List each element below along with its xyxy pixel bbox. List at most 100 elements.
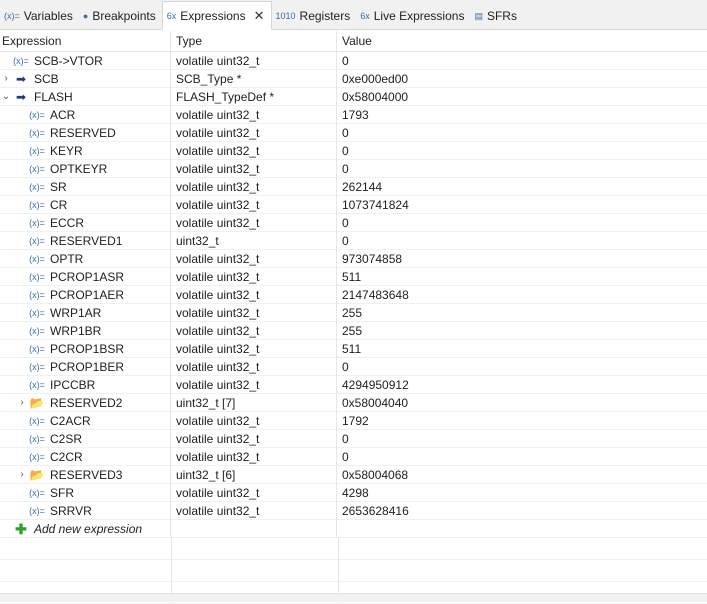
table-row[interactable]: (x)= SR volatile uint32_t 262144 [0, 177, 707, 196]
variable-icon: (x)= [29, 307, 45, 318]
table-row[interactable]: (x)= OPTR volatile uint32_t 973074858 [0, 249, 707, 268]
add-expression-row[interactable]: ✚ Add new expression [0, 519, 707, 538]
expression-value[interactable]: 0 [337, 160, 707, 178]
expression-value[interactable]: 0 [337, 214, 707, 232]
expression-type: volatile uint32_t [171, 123, 337, 142]
table-row[interactable]: (x)= OPTKEYR volatile uint32_t 0 [0, 159, 707, 178]
pointer-arrow-icon: ➡ [15, 71, 27, 86]
expression-type: volatile uint32_t [171, 267, 337, 286]
expression-type: volatile uint32_t [171, 321, 337, 340]
table-row[interactable]: (x)= SFR volatile uint32_t 4298 [0, 483, 707, 502]
table-header: Expression Type Value [0, 31, 707, 52]
expand-chevron-icon[interactable]: › [16, 394, 28, 412]
expression-value[interactable]: 255 [337, 322, 707, 340]
expression-name: SCB->VTOR [34, 53, 103, 68]
expression-value[interactable]: 0x58004000 [337, 88, 707, 106]
table-row[interactable]: (x)= PCROP1AER volatile uint32_t 2147483648 [0, 285, 707, 304]
table-row[interactable]: (x)= CR volatile uint32_t 1073741824 [0, 195, 707, 214]
expression-value[interactable]: 1073741824 [337, 196, 707, 214]
expressions-icon: 6x [166, 10, 177, 21]
expression-value[interactable]: 2653628416 [337, 502, 707, 520]
expression-value[interactable]: 511 [337, 340, 707, 358]
table-row[interactable]: ⌄ ➡ FLASH FLASH_TypeDef * 0x58004000 [0, 87, 707, 106]
table-row[interactable]: (x)= PCROP1BSR volatile uint32_t 511 [0, 339, 707, 358]
expression-type: volatile uint32_t [171, 357, 337, 376]
variable-icon: (x)= [29, 433, 45, 444]
expression-name: PCROP1BSR [50, 341, 125, 356]
tab-label: Registers [299, 9, 351, 23]
expression-value[interactable]: 4298 [337, 484, 707, 502]
variable-icon: (x)= [29, 379, 45, 390]
tab-live-expressions[interactable]: 6x Live Expressions [356, 3, 470, 29]
close-icon[interactable]: ✕ [254, 8, 265, 24]
column-header-type[interactable]: Type [171, 31, 337, 51]
expression-name: OPTR [50, 251, 84, 266]
add-new-expression-label[interactable]: Add new expression [34, 520, 142, 538]
table-row[interactable]: (x)= WRP1AR volatile uint32_t 255 [0, 303, 707, 322]
expression-value[interactable]: 0 [337, 430, 707, 448]
table-row[interactable]: (x)= SCB->VTOR volatile uint32_t 0 [0, 51, 707, 70]
expression-type: volatile uint32_t [171, 429, 337, 448]
tab-breakpoints[interactable]: ● Breakpoints [79, 3, 162, 29]
table-row[interactable]: (x)= C2CR volatile uint32_t 0 [0, 447, 707, 466]
expression-value[interactable]: 0xe000ed00 [337, 70, 707, 88]
expression-value[interactable]: 973074858 [337, 250, 707, 268]
table-row[interactable]: (x)= RESERVED1 uint32_t 0 [0, 231, 707, 250]
expression-name: RESERVED1 [50, 233, 123, 248]
expression-value[interactable]: 0 [337, 124, 707, 142]
expression-name: SR [50, 179, 67, 194]
table-row[interactable]: (x)= WRP1BR volatile uint32_t 255 [0, 321, 707, 340]
expression-type: volatile uint32_t [171, 141, 337, 160]
table-row[interactable]: › ➡ SCB SCB_Type * 0xe000ed00 [0, 69, 707, 88]
table-row[interactable]: (x)= KEYR volatile uint32_t 0 [0, 141, 707, 160]
live-expressions-icon: 6x [360, 11, 370, 21]
table-row[interactable]: (x)= C2SR volatile uint32_t 0 [0, 429, 707, 448]
table-row[interactable]: (x)= ECCR volatile uint32_t 0 [0, 213, 707, 232]
expression-value[interactable]: 1792 [337, 412, 707, 430]
expression-value[interactable]: 0 [337, 52, 707, 70]
expression-value[interactable]: 0 [337, 142, 707, 160]
expression-value[interactable]: 511 [337, 268, 707, 286]
expression-value[interactable]: 255 [337, 304, 707, 322]
table-body: (x)= SCB->VTOR volatile uint32_t 0 › ➡ SCB SCB_… [0, 51, 707, 520]
expression-value[interactable]: 0x58004040 [337, 394, 707, 412]
expression-value[interactable]: 0 [337, 448, 707, 466]
table-row[interactable]: › 📂 RESERVED3 uint32_t [6] 0x58004068 [0, 465, 707, 484]
variable-icon: (x)= [29, 199, 45, 210]
table-row[interactable]: (x)= C2ACR volatile uint32_t 1792 [0, 411, 707, 430]
expression-value[interactable]: 4294950912 [337, 376, 707, 394]
tab-registers[interactable]: 1010 Registers [272, 3, 357, 29]
expression-value[interactable]: 1793 [337, 106, 707, 124]
expression-type: volatile uint32_t [171, 303, 337, 322]
table-row[interactable]: (x)= RESERVED volatile uint32_t 0 [0, 123, 707, 142]
table-row[interactable]: (x)= SRRVR volatile uint32_t 2653628416 [0, 501, 707, 520]
variable-icon: (x)= [29, 343, 45, 354]
tab-expressions[interactable]: 6x Expressions ✕ [161, 1, 272, 30]
expression-type: volatile uint32_t [171, 375, 337, 394]
table-row[interactable]: › 📂 RESERVED2 uint32_t [7] 0x58004040 [0, 393, 707, 412]
table-row[interactable]: (x)= PCROP1BER volatile uint32_t 0 [0, 357, 707, 376]
expression-type: volatile uint32_t [171, 411, 337, 430]
expression-value[interactable]: 0 [337, 358, 707, 376]
expression-value[interactable]: 0 [337, 232, 707, 250]
expression-value[interactable]: 262144 [337, 178, 707, 196]
table-row[interactable]: (x)= PCROP1ASR volatile uint32_t 511 [0, 267, 707, 286]
tab-sfrs[interactable]: ▤ SFRs [470, 3, 523, 29]
column-header-value[interactable]: Value [337, 31, 707, 51]
tab-label: Live Expressions [373, 9, 465, 23]
table-row[interactable]: (x)= IPCCBR volatile uint32_t 4294950912 [0, 375, 707, 394]
expression-value[interactable]: 2147483648 [337, 286, 707, 304]
expand-chevron-icon[interactable]: › [16, 466, 28, 484]
collapse-chevron-icon[interactable]: ⌄ [0, 88, 12, 106]
variable-icon: (x)= [29, 253, 45, 264]
expression-type: volatile uint32_t [171, 195, 337, 214]
expression-value[interactable]: 0x58004068 [337, 466, 707, 484]
variable-icon: (x)= [29, 451, 45, 462]
expressions-table: Expression Type Value (x)= SCB->VTOR volat… [0, 31, 707, 604]
array-folder-icon: 📂 [29, 467, 45, 482]
empty-row [0, 538, 707, 560]
column-header-expression[interactable]: Expression [0, 31, 171, 51]
table-row[interactable]: (x)= ACR volatile uint32_t 1793 [0, 105, 707, 124]
tab-variables[interactable]: (x)= Variables [0, 3, 79, 29]
expand-chevron-icon[interactable]: › [0, 70, 12, 88]
